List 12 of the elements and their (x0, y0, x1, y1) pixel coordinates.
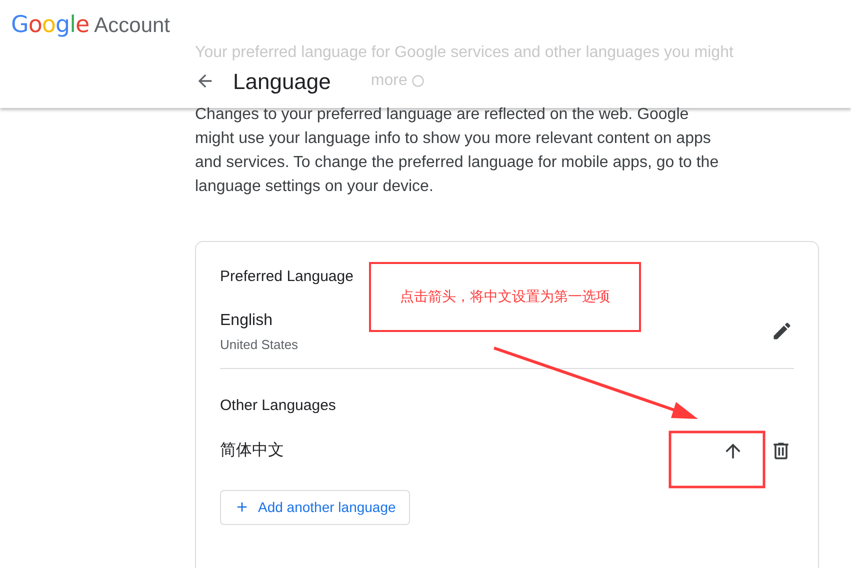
google-logo: Google (11, 11, 90, 40)
language-name: English (220, 310, 274, 330)
page-title: Language (233, 68, 331, 96)
section-heading: Preferred Language (220, 267, 354, 287)
description-text: Changes to your preferred language are reflected on the web. Google might use your language info to show you more relevant content on apps and services. To change the preferred language for mobile apps, go to the language settings on your device. (195, 105, 720, 197)
add-language-button[interactable]: Add another language (220, 490, 410, 524)
section-heading: Other Languages (220, 396, 337, 416)
language-region: United States (220, 336, 298, 354)
product-name: Account (94, 13, 170, 39)
pencil-icon (771, 320, 793, 342)
annotation-note: 点击箭头，将中文设置为第一选项 (400, 288, 610, 306)
language-name: 简体中文 (220, 440, 285, 460)
